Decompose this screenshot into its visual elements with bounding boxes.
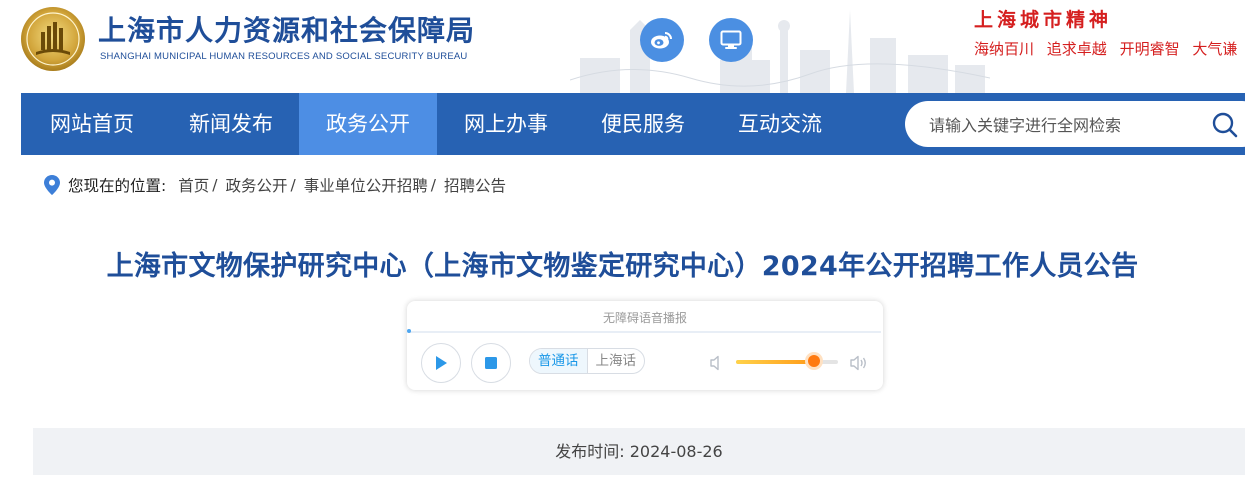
breadcrumb-home[interactable]: 首页 [178,174,209,196]
language-shanghainese[interactable]: 上海话 [588,349,645,373]
bureau-logo[interactable] [20,6,86,72]
breadcrumb-announcements[interactable]: 招聘公告 [444,174,506,196]
breadcrumb-separator: / [430,176,436,194]
nav-item-home[interactable]: 网站首页 [21,93,163,155]
breadcrumb-label: 您现在的位置: [68,177,167,195]
language-mandarin[interactable]: 普通话 [530,349,588,373]
volume-fill [736,360,814,364]
breadcrumb-separator: / [212,176,218,194]
language-switch: 普通话 上海话 [529,348,645,374]
spirit-word: 海纳百川 [974,40,1035,58]
breadcrumb-government-affairs[interactable]: 政务公开 [225,174,287,196]
play-button[interactable] [421,343,461,383]
player-progress-dot [407,329,411,333]
site-name: 上海市人力资源和社会保障局 [98,14,476,47]
play-icon [436,356,447,370]
nav-item-public-services[interactable]: 便民服务 [575,93,711,155]
city-skyline-decoration [570,10,990,93]
main-nav: 网站首页 新闻发布 政务公开 网上办事 便民服务 互动交流 [21,93,1245,155]
weibo-button[interactable] [640,18,684,62]
volume-low-icon[interactable] [707,353,727,373]
spirit-word: 大气谦 [1192,40,1238,58]
location-pin-icon [44,175,60,195]
nav-item-government-affairs[interactable]: 政务公开 [299,93,437,155]
breadcrumb-separator: / [290,176,296,194]
breadcrumb: 您现在的位置: 首页 / 政务公开 / 事业单位公开招聘 / 招聘公告 [44,172,506,198]
stop-icon [485,357,497,369]
volume-high-icon[interactable] [849,353,869,373]
city-spirit-words: 海纳百川 追求卓越 开明睿智 大气谦 [974,38,1245,59]
spirit-word: 追求卓越 [1046,40,1107,58]
stop-button[interactable] [471,343,511,383]
search-icon[interactable] [1211,111,1239,139]
nav-item-news[interactable]: 新闻发布 [163,93,299,155]
search-input[interactable] [927,101,1201,149]
volume-slider[interactable] [736,355,838,367]
accessibility-audio-player: 无障碍语音播报 普通话 上海话 [407,301,883,390]
nav-item-interaction[interactable]: 互动交流 [711,93,849,155]
search-box [905,101,1245,149]
publish-label: 发布时间: [555,442,625,461]
city-spirit-title: 上海城市精神 [974,9,1113,31]
article-title: 上海市文物保护研究中心（上海市文物鉴定研究中心）2024年公开招聘工作人员公告 [106,251,1139,282]
weibo-icon [651,32,672,49]
player-title: 无障碍语音播报 [602,311,687,325]
spirit-word: 开明睿智 [1119,40,1180,58]
site-name-english: SHANGHAI MUNICIPAL HUMAN RESOURCES AND S… [100,51,468,62]
breadcrumb-recruitment[interactable]: 事业单位公开招聘 [304,174,428,196]
desktop-site-button[interactable] [709,18,753,62]
publish-info-bar: 发布时间: 2024-08-26 [33,428,1245,475]
site-header: 上海市人力资源和社会保障局 SHANGHAI MUNICIPAL HUMAN R… [0,0,1245,93]
nav-item-online-services[interactable]: 网上办事 [437,93,575,155]
publish-date: 2024-08-26 [629,442,723,461]
monitor-icon [720,30,742,49]
player-progress-track[interactable] [409,331,881,333]
volume-knob[interactable] [807,355,820,367]
